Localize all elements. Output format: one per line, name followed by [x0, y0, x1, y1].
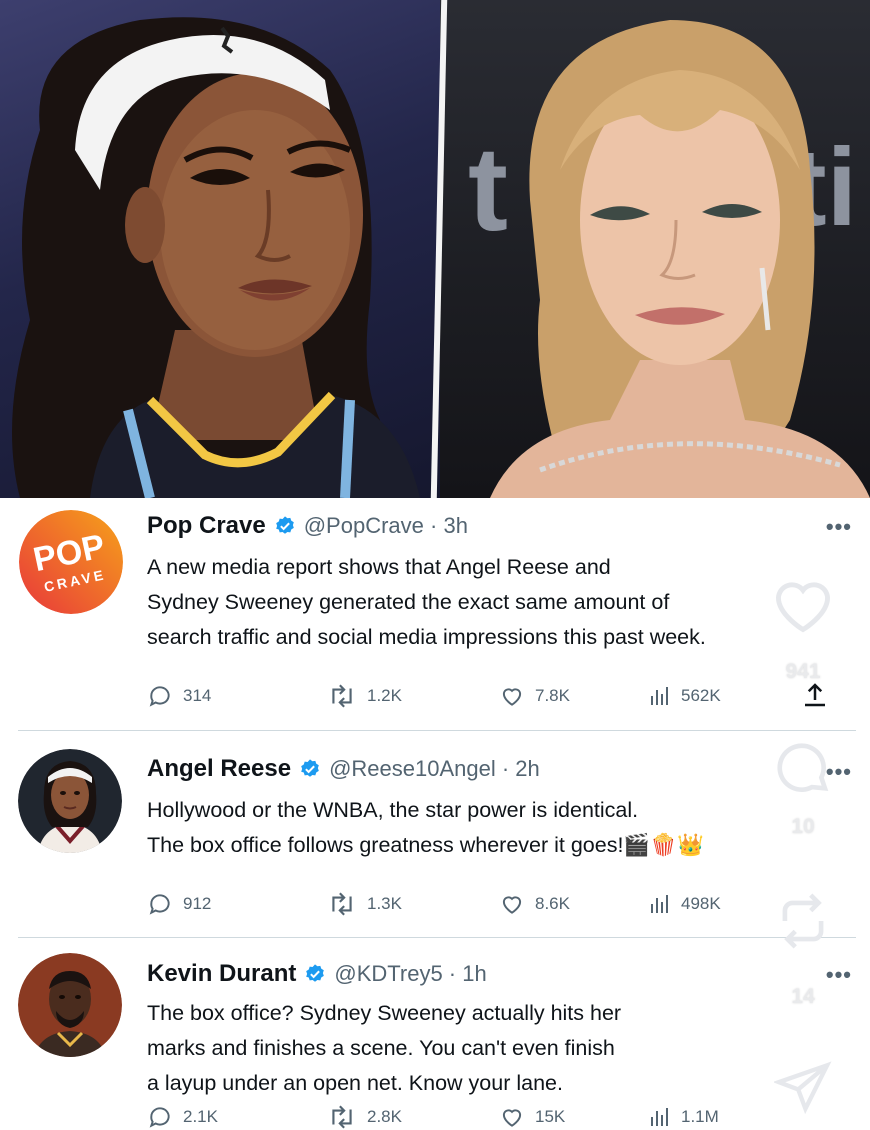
- retweet-button[interactable]: 2.8K: [327, 1104, 402, 1130]
- like-button[interactable]: 15K: [499, 1104, 565, 1130]
- view-count: 498K: [681, 894, 721, 913]
- views-button[interactable]: 562K: [647, 683, 721, 709]
- heart-icon: [502, 688, 522, 706]
- dot-separator: ·: [442, 961, 463, 986]
- timestamp[interactable]: 3h: [443, 513, 467, 539]
- tweet-header: Pop Crave @PopCrave · 3h: [147, 512, 468, 540]
- like-button[interactable]: 7.8K: [499, 683, 570, 709]
- more-options-icon[interactable]: •••: [826, 514, 852, 540]
- view-count: 562K: [681, 686, 721, 705]
- tweet-header: Angel Reese @Reese10Angel · 2h: [147, 755, 540, 783]
- photo-collage: t ti: [0, 0, 870, 498]
- display-name[interactable]: Angel Reese: [147, 755, 291, 783]
- verified-badge-icon: [275, 516, 294, 534]
- tweet-text-line: The box office? Sydney Sweeney actually …: [147, 1001, 622, 1025]
- tweet-text-line: search traffic and social media impressi…: [147, 625, 706, 649]
- reply-button[interactable]: 314: [147, 683, 211, 709]
- tweet-pop-crave[interactable]: POP CRAVE Pop Crave @PopCrave · 3h ••• A…: [0, 498, 870, 730]
- verified-badge-icon: [301, 759, 319, 777]
- heart-icon: [502, 896, 522, 914]
- views-button[interactable]: 498K: [647, 891, 721, 917]
- handle[interactable]: @Reese10Angel: [329, 756, 496, 782]
- more-options-icon[interactable]: •••: [826, 962, 852, 988]
- avatar[interactable]: POP CRAVE: [19, 510, 123, 614]
- reply-count: 314: [183, 686, 212, 705]
- retweet-icon: [332, 1105, 352, 1129]
- tweet-actions: 314 1.2K 7.8K 562K: [147, 683, 767, 709]
- tweet-text: Hollywood or the WNBA, the star power is…: [147, 793, 797, 863]
- right-portrait-illustration: t ti: [468, 20, 870, 498]
- angel-reese-avatar-icon: [18, 749, 122, 853]
- left-photo: [0, 0, 440, 498]
- tweet-text-line: Sydney Sweeney generated the exact same …: [147, 590, 670, 614]
- bar-chart-icon: [651, 687, 668, 705]
- tweet-text-line: A new media report shows that Angel Rees…: [147, 555, 611, 579]
- left-portrait-illustration: [12, 17, 420, 498]
- timestamp[interactable]: 1h: [462, 961, 486, 987]
- like-count: 7.8K: [535, 686, 570, 705]
- tweet-text-line: The box office follows greatness whereve…: [147, 833, 704, 857]
- tweet-text-line: a layup under an open net. Know your lan…: [147, 1071, 563, 1095]
- tweet-header: Kevin Durant @KDTrey5 · 1h: [147, 960, 487, 988]
- retweet-count: 1.2K: [367, 686, 402, 705]
- dot-separator: ·: [423, 513, 444, 538]
- handle[interactable]: @PopCrave: [304, 513, 424, 539]
- right-photo: t ti: [440, 0, 870, 498]
- retweet-count: 2.8K: [367, 1107, 402, 1126]
- tweet-angel-reese[interactable]: Angel Reese @Reese10Angel · 2h ••• Holly…: [0, 731, 870, 937]
- like-button[interactable]: 8.6K: [499, 891, 570, 917]
- tweet-actions: 912 1.3K 8.6K 498K: [147, 891, 767, 917]
- svg-text:t: t: [468, 122, 508, 256]
- avatar[interactable]: [18, 749, 122, 853]
- like-count: 15K: [535, 1107, 566, 1126]
- reply-icon: [149, 894, 170, 915]
- bar-chart-icon: [651, 895, 668, 913]
- view-count: 1.1M: [681, 1107, 719, 1126]
- reply-icon: [149, 686, 170, 707]
- kevin-durant-avatar-icon: [18, 953, 122, 1057]
- tweet-text: The box office? Sydney Sweeney actually …: [147, 996, 797, 1101]
- retweet-icon: [332, 684, 352, 708]
- retweet-button[interactable]: 1.3K: [327, 891, 402, 917]
- reply-count: 2.1K: [183, 1107, 218, 1126]
- heart-icon: [502, 1109, 522, 1127]
- bar-chart-icon: [651, 1108, 668, 1126]
- tweet-text-line: marks and finishes a scene. You can't ev…: [147, 1036, 615, 1060]
- tweet-text-line: Hollywood or the WNBA, the star power is…: [147, 798, 639, 822]
- avatar[interactable]: [18, 953, 122, 1057]
- reply-button[interactable]: 912: [147, 891, 211, 917]
- views-button[interactable]: 1.1M: [647, 1104, 719, 1130]
- display-name[interactable]: Pop Crave: [147, 512, 266, 540]
- reply-button[interactable]: 2.1K: [147, 1104, 218, 1130]
- tweet-text: A new media report shows that Angel Rees…: [147, 550, 797, 655]
- reply-icon: [149, 1107, 170, 1128]
- tweet-actions: 2.1K 2.8K 15K 1.1M: [147, 1104, 767, 1130]
- display-name[interactable]: Kevin Durant: [147, 960, 296, 988]
- tweet-kevin-durant[interactable]: Kevin Durant @KDTrey5 · 1h ••• The box o…: [0, 938, 870, 1129]
- timestamp[interactable]: 2h: [515, 756, 539, 782]
- reply-count: 912: [183, 894, 212, 913]
- like-count: 8.6K: [535, 894, 570, 913]
- verified-badge-icon: [306, 964, 325, 982]
- dot-separator: ·: [495, 756, 516, 781]
- handle[interactable]: @KDTrey5: [334, 961, 442, 987]
- retweet-icon: [332, 892, 352, 916]
- more-options-icon[interactable]: •••: [826, 759, 852, 785]
- retweet-button[interactable]: 1.2K: [327, 683, 402, 709]
- pop-crave-logo-icon: POP CRAVE: [19, 510, 123, 614]
- retweet-count: 1.3K: [367, 894, 402, 913]
